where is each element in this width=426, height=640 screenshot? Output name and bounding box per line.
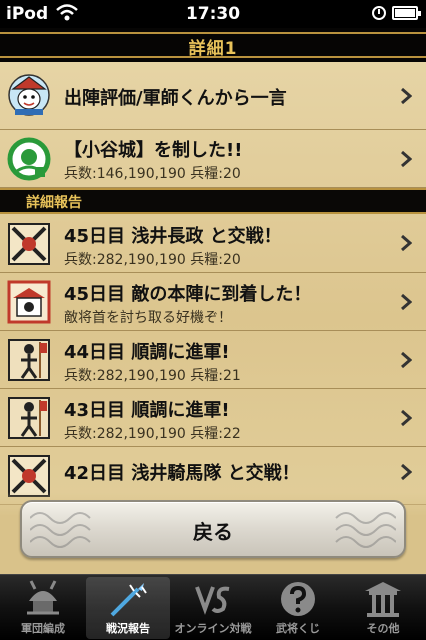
row-title: 出陣評価/軍師くんから一言 xyxy=(64,88,287,109)
tab-label: その他 xyxy=(366,622,400,635)
gold-trim-bottom xyxy=(0,56,426,58)
list-item-castle-captured[interactable]: 【小谷城】を制した!! 兵数:146,190,190 兵糧:20 xyxy=(0,130,426,188)
list-item-evaluation[interactable]: 出陣評価/軍師くんから一言 xyxy=(0,62,426,130)
row-title: 【小谷城】を制した!! xyxy=(64,140,243,161)
tab-online-battle[interactable]: オンライン対戦 xyxy=(171,577,255,639)
tab-label: オンライン対戦 xyxy=(174,622,252,635)
content-area: 出陣評価/軍師くんから一言 【小谷城】を制した!! 兵数:146,190,190… xyxy=(0,62,426,574)
row-title: 44日目 順調に進軍! xyxy=(64,342,230,363)
chevron-right-icon xyxy=(401,293,412,311)
marching-soldier-icon xyxy=(8,397,50,439)
row-title: 45日目 敵の本陣に到着した！ xyxy=(64,284,312,305)
section-header: 詳細報告 xyxy=(0,188,426,214)
question-icon xyxy=(281,582,315,616)
status-bar: iPod 17:30 xyxy=(0,0,426,28)
tab-bar: 軍団編成 戦況報告 オンライン対戦 武将くじ その他 xyxy=(0,574,426,640)
status-time: 17:30 xyxy=(185,4,241,24)
alarm-clock-icon xyxy=(372,6,386,20)
back-button[interactable]: 戻る xyxy=(20,500,406,558)
list-item-report[interactable]: 45日目 浅井長政 と交戦！ 兵数:282,190,190 兵糧:20 xyxy=(0,214,426,273)
marching-soldier-icon xyxy=(8,339,50,381)
row-subtitle: 兵数:282,190,190 兵糧:20 xyxy=(64,252,241,268)
chevron-right-icon xyxy=(401,463,412,481)
shrine-icon xyxy=(365,582,401,617)
tab-battle-report[interactable]: 戦況報告 xyxy=(86,577,170,639)
back-button-label: 戻る xyxy=(193,520,233,544)
row-title: 42日目 浅井騎馬隊 と交戦！ xyxy=(64,463,300,484)
tab-general-lottery[interactable]: 武将くじ xyxy=(256,577,340,639)
samurai-helmet-icon xyxy=(27,580,59,615)
row-title: 43日目 順調に進軍! xyxy=(64,400,230,421)
strategist-mascot-icon xyxy=(8,74,50,116)
chevron-right-icon xyxy=(401,87,412,105)
crossed-swords-icon xyxy=(8,223,50,265)
tab-label: 武将くじ xyxy=(276,622,320,635)
back-button-area: 戻る xyxy=(0,492,426,574)
section-label: 詳細報告 xyxy=(26,195,82,211)
tab-label: 軍団編成 xyxy=(21,622,65,635)
list-item-report[interactable]: 44日目 順調に進軍! 兵数:282,190,190 兵糧:21 xyxy=(0,331,426,389)
chevron-right-icon xyxy=(401,150,412,168)
row-subtitle: 兵数:146,190,190 兵糧:20 xyxy=(64,166,241,182)
tab-label: 戦況報告 xyxy=(106,622,150,635)
row-title: 45日目 浅井長政 と交戦！ xyxy=(64,226,282,247)
list-item-report[interactable]: 45日目 敵の本陣に到着した！ 敵将首を討ち取る好機ぞ！ xyxy=(0,273,426,331)
enemy-camp-icon xyxy=(7,280,51,324)
chevron-right-icon xyxy=(401,351,412,369)
row-subtitle: 兵数:282,190,190 兵糧:22 xyxy=(64,426,241,442)
tab-army-formation[interactable]: 軍団編成 xyxy=(1,577,85,639)
vs-icon xyxy=(195,586,230,615)
row-subtitle: 兵数:282,190,190 兵糧:21 xyxy=(64,368,241,384)
list-item-report[interactable]: 43日目 順調に進軍! 兵数:282,190,190 兵糧:22 xyxy=(0,389,426,447)
title-bar: 詳細1 xyxy=(0,28,426,62)
row-subtitle: 敵将首を討ち取る好機ぞ！ xyxy=(64,310,232,326)
castle-emblem-icon xyxy=(7,137,51,181)
chevron-right-icon xyxy=(401,234,412,252)
battery-icon xyxy=(392,6,421,20)
spear-icon xyxy=(110,583,147,617)
chevron-right-icon xyxy=(401,409,412,427)
tab-other[interactable]: その他 xyxy=(341,577,425,639)
